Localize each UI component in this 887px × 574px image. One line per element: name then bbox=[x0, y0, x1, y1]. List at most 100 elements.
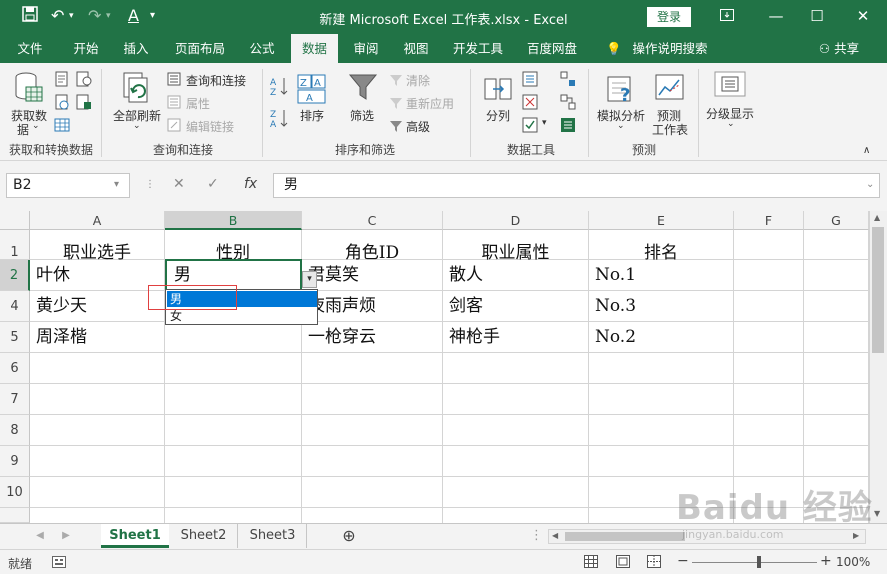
scroll-up-icon[interactable]: ▲ bbox=[874, 213, 880, 222]
tab-formulas[interactable]: 公式 bbox=[240, 34, 284, 63]
macro-record-icon[interactable] bbox=[52, 556, 66, 571]
row-header[interactable]: 9 bbox=[0, 446, 30, 477]
tab-data[interactable]: 数据 bbox=[291, 34, 338, 63]
vertical-scrollbar[interactable]: ▲ ▼ bbox=[869, 211, 887, 523]
sort-button[interactable]: 排序 bbox=[300, 107, 324, 124]
expand-formula-icon[interactable]: ⌄ bbox=[866, 179, 874, 190]
table-cell[interactable]: 一枪穿云 bbox=[302, 322, 443, 353]
minimize-icon[interactable]: — bbox=[764, 4, 788, 28]
from-web-icon[interactable] bbox=[54, 94, 70, 113]
flash-fill-icon[interactable] bbox=[522, 71, 538, 90]
tab-developer[interactable]: 开发工具 bbox=[446, 34, 510, 63]
queries-connections-icon[interactable] bbox=[167, 72, 181, 89]
database-icon[interactable] bbox=[12, 71, 44, 108]
table-cell[interactable]: No.2 bbox=[589, 322, 734, 353]
h-scroll-thumb[interactable] bbox=[565, 532, 685, 541]
table-cell[interactable]: 君莫笑 bbox=[302, 260, 443, 291]
tab-insert[interactable]: 插入 bbox=[114, 34, 158, 63]
column-header-f[interactable]: F bbox=[734, 211, 804, 230]
tab-home[interactable]: 开始 bbox=[62, 34, 110, 63]
text-to-columns-icon[interactable] bbox=[484, 75, 512, 106]
table-cell[interactable] bbox=[804, 291, 869, 322]
row-header[interactable]: 2 bbox=[0, 260, 30, 291]
table-cell[interactable] bbox=[804, 322, 869, 353]
page-layout-view-icon[interactable] bbox=[616, 555, 630, 571]
column-header-a[interactable]: A bbox=[30, 211, 165, 230]
get-data-button-line2[interactable]: 据 bbox=[17, 121, 29, 138]
queries-connections-button[interactable]: 查询和连接 bbox=[186, 72, 246, 89]
table-cell[interactable] bbox=[165, 322, 302, 353]
chevron-down-icon[interactable]: ⌄ bbox=[617, 121, 625, 131]
row-header[interactable]: 7 bbox=[0, 384, 30, 415]
next-sheet-icon[interactable]: ▶ bbox=[56, 524, 76, 548]
insert-function-button[interactable]: fx bbox=[244, 176, 257, 192]
normal-view-icon[interactable] bbox=[584, 555, 598, 571]
table-cell[interactable] bbox=[734, 230, 804, 260]
text-to-columns-button[interactable]: 分列 bbox=[486, 107, 510, 124]
filter-icon[interactable] bbox=[348, 72, 378, 105]
row-header[interactable]: 1 bbox=[0, 230, 30, 260]
zoom-slider[interactable] bbox=[692, 562, 817, 563]
row-header[interactable]: 5 bbox=[0, 322, 30, 353]
advanced-filter-icon[interactable] bbox=[389, 119, 403, 136]
tab-review[interactable]: 审阅 bbox=[344, 34, 388, 63]
table-cell[interactable]: 职业属性 bbox=[443, 230, 589, 263]
table-cell[interactable] bbox=[734, 291, 804, 322]
prev-sheet-icon[interactable]: ◀ bbox=[30, 524, 50, 548]
chevron-down-icon[interactable]: ▾ bbox=[114, 179, 119, 190]
table-cell[interactable]: 叶休 bbox=[30, 260, 165, 291]
from-table-icon[interactable] bbox=[54, 117, 70, 136]
forecast-sheet-icon[interactable] bbox=[655, 73, 685, 106]
login-button[interactable]: 登录 bbox=[647, 7, 691, 27]
zoom-out-icon[interactable]: − bbox=[677, 553, 689, 569]
sheet-tab-sheet3[interactable]: Sheet3 bbox=[239, 524, 307, 548]
dropdown-arrow-icon[interactable]: ▾ bbox=[302, 271, 317, 288]
column-header-e[interactable]: E bbox=[589, 211, 734, 230]
table-cell[interactable]: 黄少天 bbox=[30, 291, 165, 322]
column-header-b[interactable]: B bbox=[165, 211, 302, 230]
existing-connections-icon[interactable] bbox=[76, 94, 92, 113]
recent-sources-icon[interactable] bbox=[76, 71, 92, 90]
table-cell[interactable]: 夜雨声烦 bbox=[302, 291, 443, 322]
chevron-down-icon[interactable]: ⌄ bbox=[727, 119, 735, 129]
sort-ascending-icon[interactable]: AZ bbox=[270, 76, 290, 99]
sheet-tab-sheet1[interactable]: Sheet1 bbox=[101, 524, 169, 548]
scroll-thumb[interactable] bbox=[872, 227, 884, 353]
advanced-button[interactable]: 高级 bbox=[406, 118, 430, 135]
forecast-sheet-button-line2[interactable]: 工作表 bbox=[652, 121, 688, 138]
tab-view[interactable]: 视图 bbox=[394, 34, 438, 63]
table-cell[interactable]: 性别 bbox=[165, 230, 302, 263]
row-header[interactable]: 8 bbox=[0, 415, 30, 446]
table-cell[interactable]: No.3 bbox=[589, 291, 734, 322]
tab-page-layout[interactable]: 页面布局 bbox=[168, 34, 232, 63]
table-cell[interactable]: 剑客 bbox=[443, 291, 589, 322]
sort-descending-icon[interactable]: ZA bbox=[270, 108, 290, 131]
row-header[interactable]: 10 bbox=[0, 477, 30, 508]
tell-me-search[interactable]: 操作说明搜索 bbox=[628, 34, 712, 63]
maximize-icon[interactable]: ☐ bbox=[805, 4, 829, 28]
row-header[interactable]: 4 bbox=[0, 291, 30, 322]
tab-file[interactable]: 文件 bbox=[8, 34, 52, 63]
what-if-analysis-icon[interactable]: ? bbox=[606, 73, 636, 108]
table-cell[interactable]: 散人 bbox=[443, 260, 589, 291]
data-model-icon[interactable] bbox=[560, 117, 576, 136]
table-cell[interactable] bbox=[734, 322, 804, 353]
share-button[interactable]: ⚇ 共享 bbox=[814, 34, 864, 63]
formula-input[interactable]: 男 bbox=[273, 173, 880, 198]
zoom-in-icon[interactable]: + bbox=[820, 553, 832, 569]
ribbon-display-icon[interactable] bbox=[715, 4, 739, 28]
sheet-tab-sheet2[interactable]: Sheet2 bbox=[170, 524, 238, 548]
table-cell[interactable]: 职业选手 bbox=[30, 230, 165, 263]
name-box[interactable]: B2 bbox=[6, 173, 130, 198]
table-cell[interactable]: 角色ID bbox=[302, 230, 443, 263]
enter-icon[interactable]: ✓ bbox=[207, 176, 219, 192]
chevron-down-icon[interactable]: ⌄ bbox=[133, 121, 141, 131]
chevron-down-icon[interactable]: ⌄ bbox=[32, 121, 40, 131]
data-validation-icon[interactable] bbox=[522, 117, 538, 136]
collapse-ribbon-icon[interactable]: ∧ bbox=[863, 145, 870, 156]
dropdown-option-female[interactable]: 女 bbox=[167, 308, 317, 324]
table-cell[interactable] bbox=[734, 260, 804, 291]
add-sheet-icon[interactable]: ⊕ bbox=[338, 524, 360, 548]
row-header[interactable]: 6 bbox=[0, 353, 30, 384]
column-header-g[interactable]: G bbox=[804, 211, 869, 230]
